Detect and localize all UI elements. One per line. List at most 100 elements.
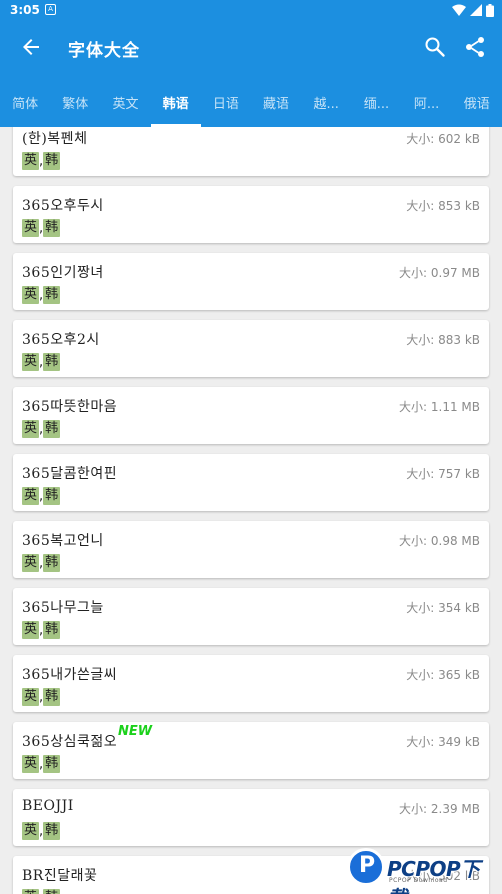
font-name: 365나무그늘: [22, 600, 104, 616]
font-size-label: 大小: 602 kB: [406, 130, 480, 147]
watermark-brand: PCPOP下载: [387, 857, 480, 894]
language-tags: 英,韩: [22, 286, 61, 304]
tab-2[interactable]: 英文: [100, 74, 150, 127]
size-value: 354 kB: [438, 601, 480, 615]
watermark-sub: PCPOP Download: [389, 877, 448, 884]
signal-icon: [470, 4, 482, 16]
language-tag: 英: [22, 420, 40, 438]
category-tabs: 简体 繁体 英文 韩语 日语 藏语 越... 缅... 阿... 俄语: [0, 74, 502, 127]
language-tag: 韩: [43, 152, 61, 170]
share-icon[interactable]: [463, 35, 487, 59]
status-bar: 3:05 A: [0, 0, 502, 20]
language-tag: 韩: [43, 889, 61, 894]
size-value: 365 kB: [438, 668, 480, 682]
language-tag: 韩: [43, 822, 61, 840]
language-tags: 英,韩: [22, 420, 61, 438]
font-name: 365달콤한여핀: [22, 466, 118, 482]
language-tag: 英: [22, 219, 40, 237]
font-card[interactable]: 365인기짱녀 大小: 0.97 MB 英, 韩: [13, 253, 489, 310]
pcpop-watermark: PCPOP下载 PCPOP Download: [347, 848, 497, 894]
font-card[interactable]: BEOJJI 大小: 2.39 MB 英, 韩: [13, 789, 489, 846]
language-tags: 英,韩: [22, 219, 61, 237]
language-tag: 韩: [43, 688, 61, 706]
tab-3[interactable]: 韩语: [150, 74, 201, 127]
size-value: 0.97 MB: [430, 266, 480, 280]
search-icon[interactable]: [423, 35, 447, 59]
font-size-label: 大小: 354 kB: [406, 599, 480, 616]
font-name: 365상심쿡젊오: [22, 734, 118, 750]
language-tag: 韩: [43, 621, 61, 639]
language-tag: 英: [22, 621, 40, 639]
language-tags: 英,韩: [22, 152, 61, 170]
font-card[interactable]: (한)복펜체 大小: 602 kB 英, 韩: [13, 127, 489, 176]
size-prefix: 大小:: [406, 601, 439, 615]
font-card[interactable]: 365따뜻한마음 大小: 1.11 MB 英, 韩: [13, 387, 489, 444]
tab-0[interactable]: 简体: [0, 74, 50, 127]
tab-7[interactable]: 缅...: [351, 74, 401, 127]
font-name: 365오후2시: [22, 332, 100, 348]
language-tag: 韩: [43, 219, 61, 237]
tab-9[interactable]: 俄语: [452, 74, 502, 127]
font-card[interactable]: 365복고언니 大小: 0.98 MB 英, 韩: [13, 521, 489, 578]
font-card[interactable]: 365달콤한여핀 大小: 757 kB 英, 韩: [13, 454, 489, 511]
language-tag: 韩: [43, 420, 61, 438]
language-tags: 英,韩: [22, 621, 61, 639]
size-value: 883 kB: [438, 333, 480, 347]
language-tag: 英: [22, 889, 40, 894]
language-tags: 英,韩: [22, 755, 61, 773]
font-list[interactable]: (한)복펜체 大小: 602 kB 英, 韩 365오후두시 大小: 853 kB 英, 韩 3…: [0, 127, 502, 894]
tab-4[interactable]: 日语: [201, 74, 251, 127]
font-name: 365따뜻한마음: [22, 399, 118, 415]
font-name: 365복고언니: [22, 533, 104, 549]
font-size-label: 大小: 0.98 MB: [399, 532, 480, 549]
tab-1[interactable]: 繁体: [50, 74, 100, 127]
size-value: 2.39 MB: [430, 802, 480, 816]
language-tag: 英: [22, 353, 40, 371]
size-value: 757 kB: [438, 467, 480, 481]
language-tags: 英,韩: [22, 688, 61, 706]
language-tag: 英: [22, 152, 40, 170]
tab-6[interactable]: 越...: [301, 74, 351, 127]
font-card[interactable]: 365오후2시 大小: 883 kB 英, 韩: [13, 320, 489, 377]
size-prefix: 大小:: [399, 534, 431, 548]
language-tags: 英,韩: [22, 822, 61, 840]
size-prefix: 大小:: [406, 333, 439, 347]
language-tag: 英: [22, 755, 40, 773]
font-size-label: 大小: 883 kB: [406, 331, 480, 348]
font-name: 365내가쓴글씨: [22, 667, 118, 683]
language-tag: 韩: [43, 487, 61, 505]
tab-5[interactable]: 藏语: [251, 74, 301, 127]
wifi-icon: [452, 4, 466, 16]
app-bar: 字体大全: [0, 20, 502, 74]
size-value: 602 kB: [438, 132, 480, 146]
font-card[interactable]: 365내가쓴글씨 大小: 365 kB 英, 韩: [13, 655, 489, 712]
size-prefix: 大小:: [406, 199, 439, 213]
font-size-label: 大小: 1.11 MB: [399, 398, 480, 415]
language-tag: 韩: [43, 554, 61, 572]
language-tag: 英: [22, 487, 40, 505]
font-card[interactable]: 365나무그늘 大小: 354 kB 英, 韩: [13, 588, 489, 645]
status-time: 3:05: [10, 3, 40, 17]
notification-a-icon: A: [45, 4, 56, 15]
font-name: BEOJJI: [22, 798, 74, 814]
size-prefix: 大小:: [406, 132, 439, 146]
font-size-label: 大小: 853 kB: [406, 197, 480, 214]
new-badge: NEW: [118, 724, 153, 739]
size-prefix: 大小:: [406, 735, 439, 749]
language-tag: 英: [22, 554, 40, 572]
language-tags: 英,韩: [22, 554, 61, 572]
size-value: 0.98 MB: [430, 534, 480, 548]
language-tag: 韩: [43, 755, 61, 773]
language-tag: 英: [22, 286, 40, 304]
size-value: 349 kB: [438, 735, 480, 749]
font-card[interactable]: 365상심쿡젊오 NEW 大小: 349 kB 英, 韩: [13, 722, 489, 779]
back-arrow-icon[interactable]: [19, 35, 43, 59]
size-prefix: 大小:: [406, 467, 439, 481]
language-tag: 英: [22, 822, 40, 840]
font-card[interactable]: 365오후두시 大小: 853 kB 英, 韩: [13, 186, 489, 243]
language-tag: 英: [22, 688, 40, 706]
page-title: 字体大全: [68, 41, 140, 61]
font-name: (한)복펜체: [22, 131, 88, 147]
tab-8[interactable]: 阿...: [402, 74, 452, 127]
font-name: BR진달래꽃: [22, 868, 98, 884]
